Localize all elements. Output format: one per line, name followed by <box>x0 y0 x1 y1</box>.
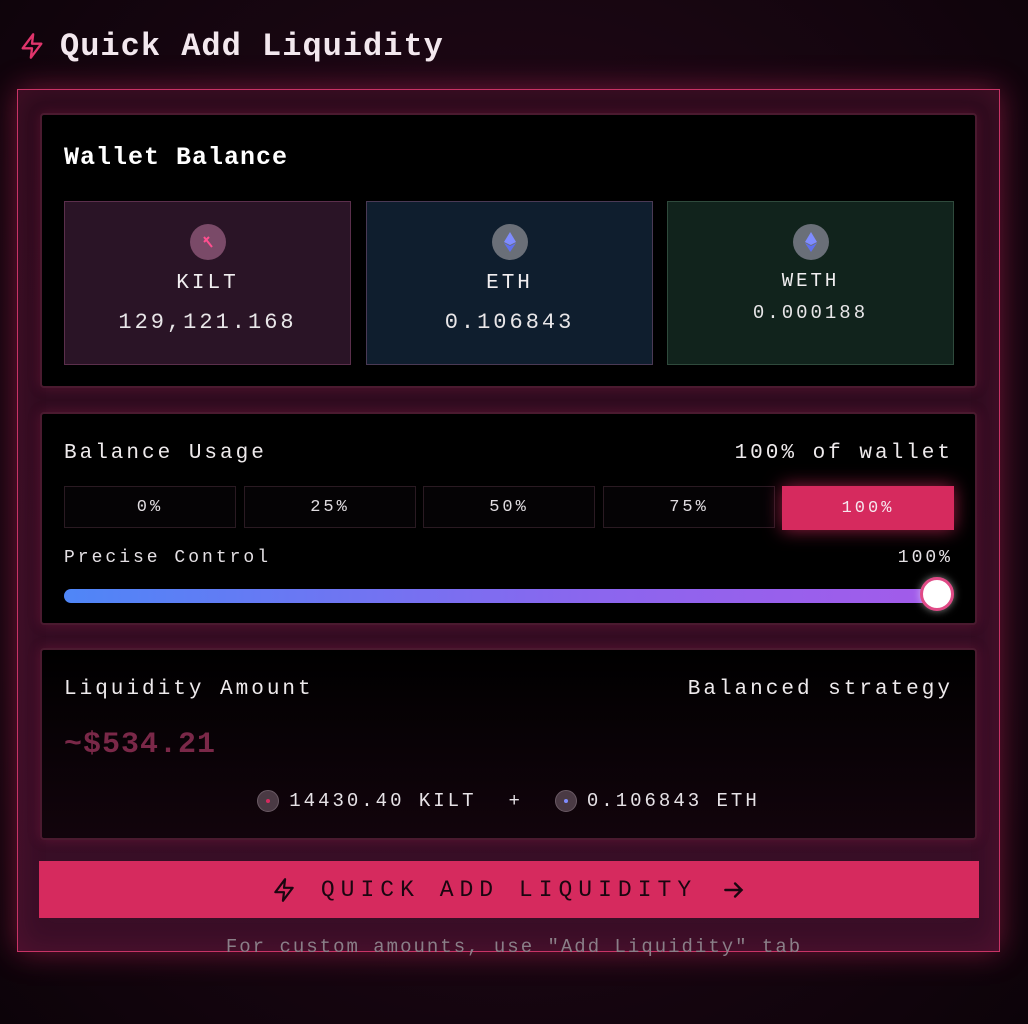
token-balance: 0.106843 <box>444 310 575 335</box>
token-symbol: KILT <box>176 272 239 295</box>
wallet-balance-title: Wallet Balance <box>64 143 289 172</box>
usage-summary: 100% of wallet <box>734 442 953 465</box>
token-card-weth: WETH 0.000188 <box>667 201 954 365</box>
ethereum-icon <box>554 790 577 812</box>
token-balances: KILT 129,121.168 ETH 0.106843 WETH 0.000… <box>64 201 956 365</box>
usd-value: ~$534.21 <box>64 728 217 762</box>
usage-slider-thumb[interactable] <box>920 577 954 611</box>
custom-amount-hint: For custom amounts, use "Add Liquidity" … <box>225 936 803 958</box>
pct-button-0[interactable]: 0% <box>64 486 236 528</box>
usage-slider-track[interactable] <box>64 589 944 603</box>
pct-button-100[interactable]: 100% <box>782 486 954 530</box>
ethereum-icon <box>792 224 829 260</box>
pct-button-25[interactable]: 25% <box>244 486 416 528</box>
precise-control-label: Precise Control <box>64 548 272 568</box>
token-amounts: 14430.40 KILT + 0.106843 ETH <box>42 790 975 812</box>
balance-usage-card: Balance Usage 100% of wallet 0% 25% 50% … <box>40 412 977 625</box>
ethereum-icon <box>491 224 528 260</box>
token-balance: 129,121.168 <box>118 310 297 335</box>
token-balance: 0.000188 <box>752 302 869 324</box>
token-symbol: WETH <box>781 270 840 292</box>
precise-control-value: 100% <box>897 548 953 568</box>
kilt-amount: 14430.40 KILT <box>289 790 477 812</box>
bolt-icon <box>274 877 294 902</box>
page-header: Quick Add Liquidity <box>18 22 444 70</box>
eth-amount: 0.106843 ETH <box>586 790 760 812</box>
percentage-buttons: 0% 25% 50% 75% 100% <box>64 486 956 530</box>
token-card-eth: ETH 0.106843 <box>366 201 653 365</box>
plus-sign: + <box>508 790 523 812</box>
liquidity-amount-card: Liquidity Amount Balanced strategy ~$534… <box>40 648 977 840</box>
liquidity-amount-title: Liquidity Amount <box>64 678 314 701</box>
page-title: Quick Add Liquidity <box>60 27 444 65</box>
wallet-balance-card: Wallet Balance KILT 129,121.168 ETH 0.10… <box>40 113 977 388</box>
arrow-right-icon <box>724 881 744 898</box>
token-symbol: ETH <box>486 272 533 295</box>
strategy-label: Balanced strategy <box>687 678 953 701</box>
quick-add-liquidity-button[interactable]: QUICK ADD LIQUIDITY <box>39 861 979 918</box>
bolt-icon <box>21 33 43 59</box>
balance-usage-title: Balance Usage <box>64 442 267 465</box>
pct-button-50[interactable]: 50% <box>423 486 595 528</box>
cta-label: QUICK ADD LIQUIDITY <box>320 876 698 903</box>
pct-button-75[interactable]: 75% <box>603 486 775 528</box>
kilt-icon <box>189 224 226 260</box>
token-card-kilt: KILT 129,121.168 <box>64 201 351 365</box>
kilt-icon <box>257 790 280 812</box>
